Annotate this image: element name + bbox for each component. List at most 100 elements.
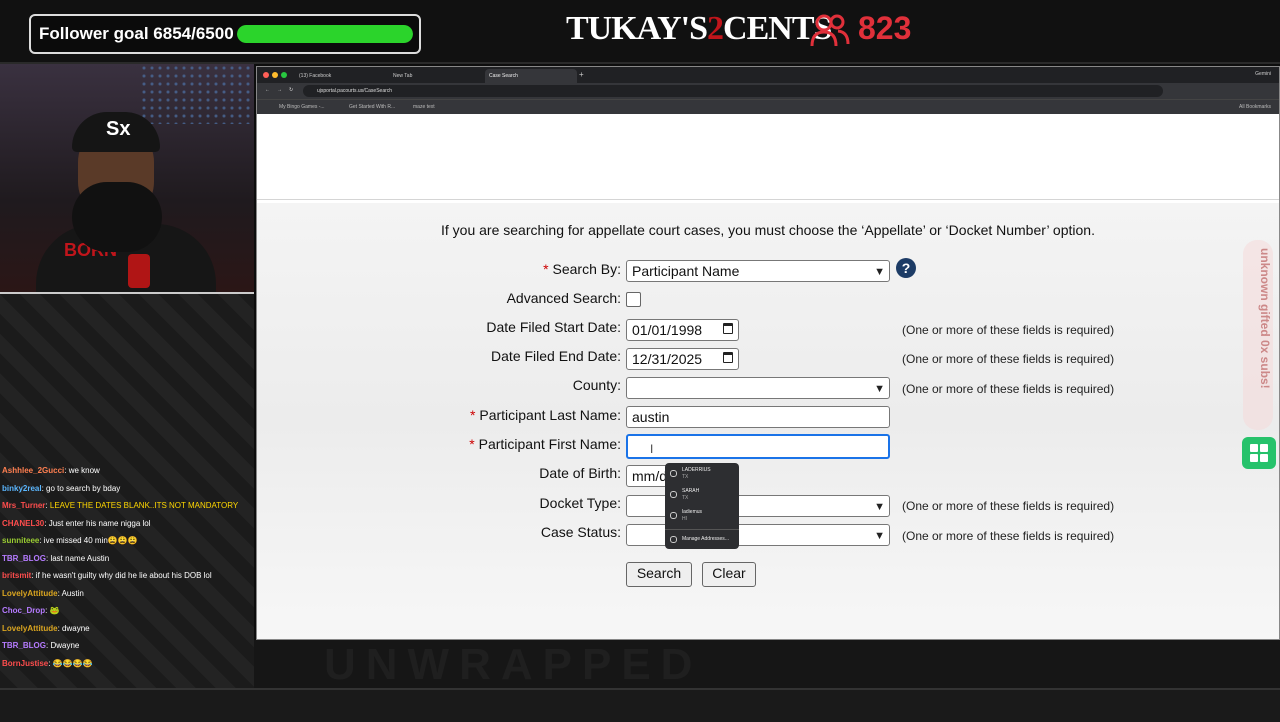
maximize-window-dot[interactable]	[281, 72, 287, 78]
chat-message: LovelyAttitude: dwayne	[2, 623, 90, 633]
case-status-label: Case Status:	[540, 524, 621, 540]
chat-username: Mrs_Turner	[2, 501, 46, 510]
required-note: (One or more of these fields is required…	[902, 529, 1115, 543]
chat-message: CHANEL30: Just enter his name nigga lol	[2, 518, 151, 528]
location-icon	[670, 512, 677, 519]
dob-value: mm/d	[632, 468, 667, 484]
appellate-notice: If you are searching for appellate court…	[441, 222, 1095, 238]
chat-message: TBR_BLOG: Dwayne	[2, 641, 80, 650]
advanced-search-checkbox[interactable]	[626, 292, 641, 307]
chat-text: we know	[68, 466, 100, 475]
chat-message: TBR_BLOG: last name Austin	[2, 553, 110, 563]
last-name-value: austin	[632, 409, 670, 425]
webcam-feed: BORN Sx	[0, 64, 254, 294]
url-text: ujsportal.pacourts.us/CaseSearch	[317, 88, 393, 94]
reload-icon[interactable]: ↻	[289, 87, 293, 93]
chat-username: binky2real	[2, 483, 42, 493]
chevron-down-icon: ▼	[874, 383, 885, 395]
background-lights	[140, 64, 254, 124]
autofill-sub: TX	[682, 495, 689, 501]
required-mark: *	[470, 407, 476, 423]
autofill-sub: HI	[682, 516, 687, 522]
end-date-value: 12/31/2025	[632, 351, 703, 367]
bookmarks-bar: My Bingo Games -... Get Started With R..…	[257, 99, 1279, 114]
chat-username: CHANEL30	[2, 518, 45, 528]
last-name-input[interactable]: austin	[626, 406, 890, 428]
tab-case-search[interactable]: Case Search	[485, 69, 577, 83]
follower-goal-label: Follower goal 6854/6500	[39, 24, 234, 43]
first-name-input[interactable]: I	[626, 434, 890, 459]
required-mark: *	[543, 261, 549, 277]
search-button[interactable]: Search	[626, 562, 692, 587]
chat-text: LEAVE THE DATES BLANK..ITS NOT MANDATORY	[49, 501, 239, 510]
tab-facebook[interactable]: (13) Facebook	[295, 69, 381, 83]
bookmark-item[interactable]: maze text	[413, 104, 435, 110]
extension-button[interactable]	[1242, 437, 1276, 469]
required-note: (One or more of these fields is required…	[902, 352, 1115, 366]
autofill-name: LADERRIUS	[682, 467, 711, 473]
forward-icon[interactable]: →	[277, 87, 282, 93]
start-date-input[interactable]: 01/01/1998	[626, 319, 739, 341]
follower-goal-progress	[237, 25, 413, 43]
required-note: (One or more of these fields is required…	[902, 323, 1115, 337]
address-bar-row: ← → ↻ ujsportal.pacourts.us/CaseSearch	[257, 83, 1279, 99]
tab-strip: (13) Facebook New Tab Case Search + Gemi…	[257, 67, 1279, 83]
chat-message: Mrs_Turner: LEAVE THE DATES BLANK..ITS N…	[2, 501, 239, 510]
chat-text: Austin	[61, 588, 84, 598]
webcam-beard	[72, 182, 162, 252]
minimize-window-dot[interactable]	[272, 72, 278, 78]
search-by-select[interactable]: Participant Name ▼	[626, 260, 890, 282]
county-select[interactable]: ▼	[626, 377, 890, 399]
channel-logo: TUKAY'S2CENTS	[566, 10, 832, 48]
last-name-label: * Participant Last Name:	[470, 407, 621, 423]
new-tab-icon[interactable]: +	[579, 70, 584, 79]
url-field[interactable]: ujsportal.pacourts.us/CaseSearch	[303, 85, 1163, 97]
clear-button[interactable]: Clear	[702, 562, 756, 587]
calendar-icon[interactable]	[723, 352, 733, 363]
chat-username: Ashhlee_2Gucci	[2, 466, 65, 475]
browser-window: (13) Facebook New Tab Case Search + Gemi…	[256, 66, 1280, 640]
close-window-dot[interactable]	[263, 72, 269, 78]
chat-text: Dwayne	[50, 641, 80, 650]
help-icon[interactable]: ?	[896, 258, 916, 278]
first-name-label-text: Participant First Name:	[478, 436, 621, 452]
autofill-item[interactable]: SARAH TX	[665, 484, 739, 505]
viewers-icon	[810, 14, 850, 47]
chat-message: binky2real: go to search by bday	[2, 483, 121, 493]
end-date-label: Date Filed End Date:	[491, 348, 621, 364]
logo-text-mid: 2	[707, 10, 724, 47]
case-search-page: If you are searching for appellate court…	[257, 115, 1279, 639]
chat-username: BornJustise	[2, 658, 49, 668]
chat-message: Ashhlee_2Gucci: we know	[2, 466, 100, 475]
sub-alert-text: unknown gifted 0x subs!	[1258, 248, 1272, 389]
chat-username: britsmit	[2, 571, 32, 580]
logo-text-left: TUKAY'S	[566, 10, 708, 47]
autofill-item[interactable]: LADERRIUS TX	[665, 463, 739, 484]
bookmark-item[interactable]: Get Started With R...	[349, 104, 395, 110]
chat-username: LovelyAttitude	[2, 623, 58, 633]
bookmark-item[interactable]: My Bingo Games -...	[279, 104, 325, 110]
autofill-item[interactable]: ladiemus HI	[665, 505, 739, 526]
end-date-input[interactable]: 12/31/2025	[626, 348, 739, 370]
chat-text: dwayne	[62, 623, 90, 633]
required-note: (One or more of these fields is required…	[902, 382, 1115, 396]
chat-panel: Ashhlee_2Gucci: we know binky2real: go t…	[0, 462, 256, 677]
advanced-search-label: Advanced Search:	[506, 290, 621, 306]
autofill-sub: TX	[682, 474, 689, 480]
bottom-overlay-strip	[0, 688, 1280, 722]
search-by-label: * Search By:	[543, 261, 621, 277]
dob-label: Date of Birth:	[539, 465, 621, 481]
last-name-label-text: Participant Last Name:	[479, 407, 621, 423]
tab-new-tab[interactable]: New Tab	[389, 69, 475, 83]
profile-label[interactable]: Gemini	[1255, 71, 1271, 77]
start-date-value: 01/01/1998	[632, 322, 703, 338]
chevron-down-icon: ▼	[874, 501, 885, 513]
chat-message: LovelyAttitude: Austin	[2, 588, 84, 598]
calendar-icon[interactable]	[723, 323, 733, 334]
manage-addresses[interactable]: Manage Addresses...	[665, 529, 739, 548]
chat-message: britsmit: if he wasn't guilty why did he…	[2, 571, 212, 580]
back-icon[interactable]: ←	[265, 87, 270, 93]
chat-text: go to search by bday	[46, 483, 121, 493]
stream-top-bar: Follower goal 6854/6500 TUKAY'S2CENTS 82…	[0, 0, 1280, 64]
all-bookmarks[interactable]: All Bookmarks	[1239, 104, 1271, 110]
